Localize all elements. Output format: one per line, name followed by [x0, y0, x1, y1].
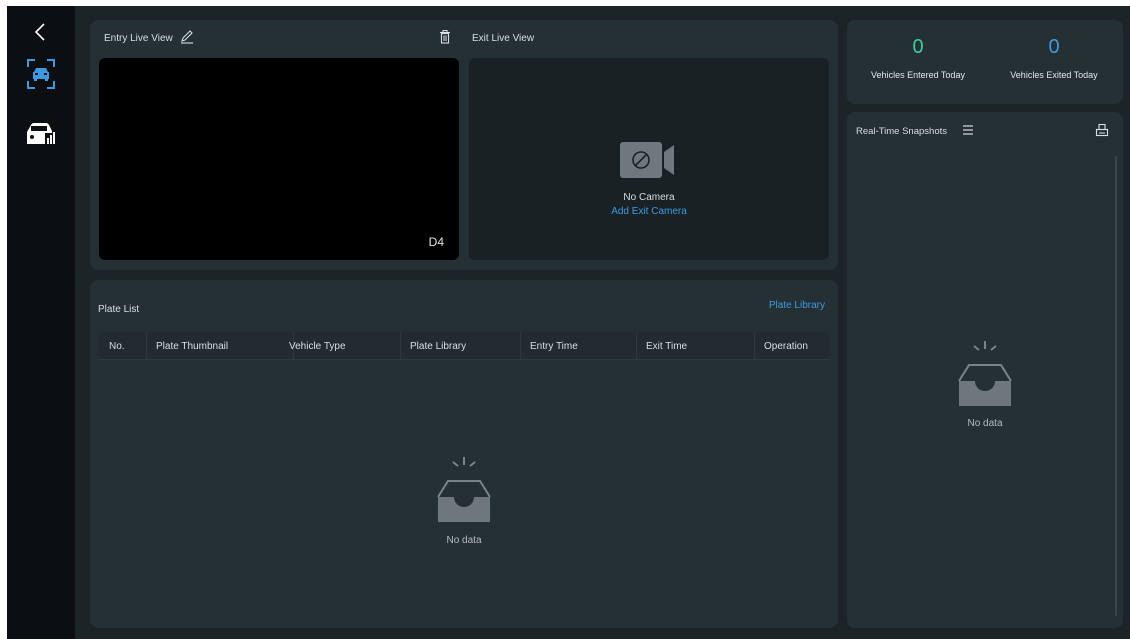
column-divider	[146, 332, 147, 360]
back-button[interactable]	[29, 20, 51, 44]
plate-list-empty-text: No data	[446, 535, 482, 546]
column-header-no[interactable]: No.	[109, 341, 125, 352]
trash-icon[interactable]	[437, 29, 453, 45]
column-divider	[400, 332, 401, 360]
vehicles-exited-count: 0	[1048, 36, 1060, 58]
exit-video-view: No Camera Add Exit Camera	[469, 58, 829, 260]
snapshots-empty-state: No data	[935, 338, 1035, 438]
vehicles-entered-count: 0	[912, 36, 924, 58]
plate-list-panel: Plate List Plate Library No. Plate Thumb…	[90, 280, 838, 628]
column-header-operation[interactable]: Operation	[764, 341, 808, 352]
empty-tray-icon	[437, 457, 491, 522]
vehicles-entered-label: Vehicles Entered Today	[871, 70, 965, 80]
entry-live-view-title: Entry Live View	[104, 33, 173, 44]
column-header-exit-time[interactable]: Exit Time	[646, 341, 687, 352]
print-icon[interactable]	[1095, 123, 1109, 137]
column-header-vehicle-type[interactable]: Vehicle Type	[289, 341, 346, 352]
app-window: Entry Live View Exit Live View D4 No Cam…	[7, 6, 1130, 639]
column-header-plate-thumbnail[interactable]: Plate Thumbnail	[156, 341, 228, 352]
column-divider	[754, 332, 755, 360]
add-exit-camera-link[interactable]: Add Exit Camera	[469, 206, 829, 217]
no-camera-text: No Camera	[623, 192, 675, 203]
entry-video-view[interactable]: D4	[99, 58, 459, 260]
column-divider	[520, 332, 521, 360]
empty-tray-icon	[958, 341, 1012, 406]
column-divider	[636, 332, 637, 360]
vehicle-stats-icon	[27, 123, 55, 144]
menu-icon[interactable]	[961, 123, 975, 137]
plate-table-header: No. Plate Thumbnail Vehicle Type Plate L…	[99, 332, 829, 360]
column-header-plate-library[interactable]: Plate Library	[410, 341, 466, 352]
vehicles-entered-stat: 0 Vehicles Entered Today	[849, 34, 987, 80]
column-header-entry-time[interactable]: Entry Time	[530, 341, 578, 352]
vehicles-exited-label: Vehicles Exited Today	[1010, 70, 1098, 80]
stats-panel: 0 Vehicles Entered Today 0 Vehicles Exit…	[847, 20, 1123, 104]
snapshots-panel: Real-Time Snapshots No data	[847, 112, 1123, 628]
plate-list-empty-state: No data	[414, 454, 514, 554]
plate-list-title: Plate List	[98, 304, 140, 315]
live-view-panel: Entry Live View Exit Live View D4 No Cam…	[90, 20, 838, 270]
chevron-left-icon	[34, 23, 45, 41]
lpr-camera-icon	[27, 59, 55, 89]
edit-icon[interactable]	[179, 29, 195, 45]
sidebar-item-vehicle-stats[interactable]	[25, 120, 57, 148]
no-camera-icon	[620, 142, 674, 178]
snapshots-title: Real-Time Snapshots	[856, 126, 947, 137]
sidebar	[7, 6, 75, 639]
plate-library-link[interactable]: Plate Library	[769, 300, 825, 311]
channel-label: D4	[428, 235, 444, 249]
snapshots-empty-text: No data	[967, 418, 1003, 429]
exit-live-view-title: Exit Live View	[472, 33, 535, 44]
vehicles-exited-stat: 0 Vehicles Exited Today	[985, 34, 1123, 80]
sidebar-item-lpr[interactable]	[26, 58, 56, 90]
snapshots-scrollbar[interactable]	[1115, 156, 1117, 616]
